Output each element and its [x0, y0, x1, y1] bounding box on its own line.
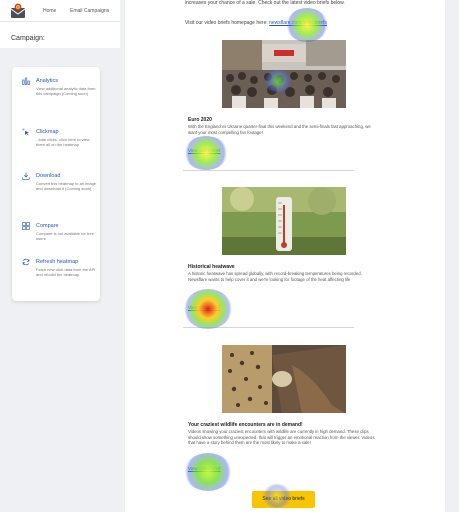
story-desc: With the England vs Ukraine quarter-fina…: [188, 124, 371, 135]
download-icon: [22, 172, 30, 180]
story-image-heatwave[interactable]: [222, 187, 346, 255]
tool-title: Compare: [36, 223, 59, 229]
view-video-brief-link[interactable]: View video brief: [188, 305, 220, 310]
story-desc: A historic heatwave has spread globally,…: [188, 271, 362, 282]
intro-text: increases your chance of a sale. Check o…: [185, 0, 345, 6]
tool-title: Analytics: [36, 78, 59, 84]
left-panel: Home Email Campaigns Campaign: Analytics…: [0, 0, 120, 512]
clickmap-icon: [22, 128, 29, 136]
divider: [183, 170, 354, 171]
divider: [183, 327, 354, 328]
email-preview: increases your chance of a sale. Check o…: [125, 0, 445, 512]
crowd-photo: [222, 40, 346, 108]
view-video-brief-link[interactable]: View video brief: [188, 148, 220, 153]
story-image-wildlife[interactable]: [222, 345, 346, 413]
tool-title: Clickmap: [36, 129, 59, 135]
tool-desc: - total clicks, click here to view them …: [36, 137, 90, 148]
tool-desc: Convert this heatmap to an image and dow…: [36, 181, 97, 192]
story-desc: Videos showing your craziest encounters …: [188, 429, 375, 446]
top-navbar: Home Email Campaigns: [0, 0, 120, 22]
tool-desc: Compare is not available for free users: [36, 231, 94, 242]
logo-icon[interactable]: [10, 3, 26, 19]
thermometer-photo: [222, 187, 346, 255]
nav-home-link[interactable]: Home: [43, 8, 56, 14]
story-title: Euro 2020: [188, 117, 212, 123]
tools-panel: Analytics View additional analytic data …: [12, 67, 100, 301]
leopard-photo: [222, 345, 346, 413]
refresh-icon: [22, 258, 30, 266]
see-all-video-briefs-button[interactable]: See all video briefs: [252, 491, 315, 508]
story-image-euro[interactable]: [222, 40, 346, 108]
campaign-label: Campaign:: [11, 35, 45, 42]
tool-desc: View additional analytic data from this …: [36, 86, 96, 97]
visit-line: Visit our video briefs homepage here: ne…: [185, 20, 405, 26]
tool-desc: Fetch new click data from the API and re…: [36, 267, 96, 278]
story-title: Your craziest wildlife encounters are in…: [188, 422, 303, 428]
analytics-icon: [22, 77, 30, 85]
video-briefs-homepage-link[interactable]: newsflare.com/videobriefs: [269, 20, 327, 26]
story-title: Historical heatwave: [188, 264, 235, 270]
tool-title: Refresh heatmap: [36, 259, 79, 265]
view-video-brief-link[interactable]: View video brief: [188, 466, 220, 471]
tool-title: Download: [36, 173, 61, 179]
compare-icon: [22, 222, 30, 230]
visit-prefix: Visit our video briefs homepage here:: [185, 20, 270, 26]
nav-email-campaigns-link[interactable]: Email Campaigns: [70, 8, 109, 14]
